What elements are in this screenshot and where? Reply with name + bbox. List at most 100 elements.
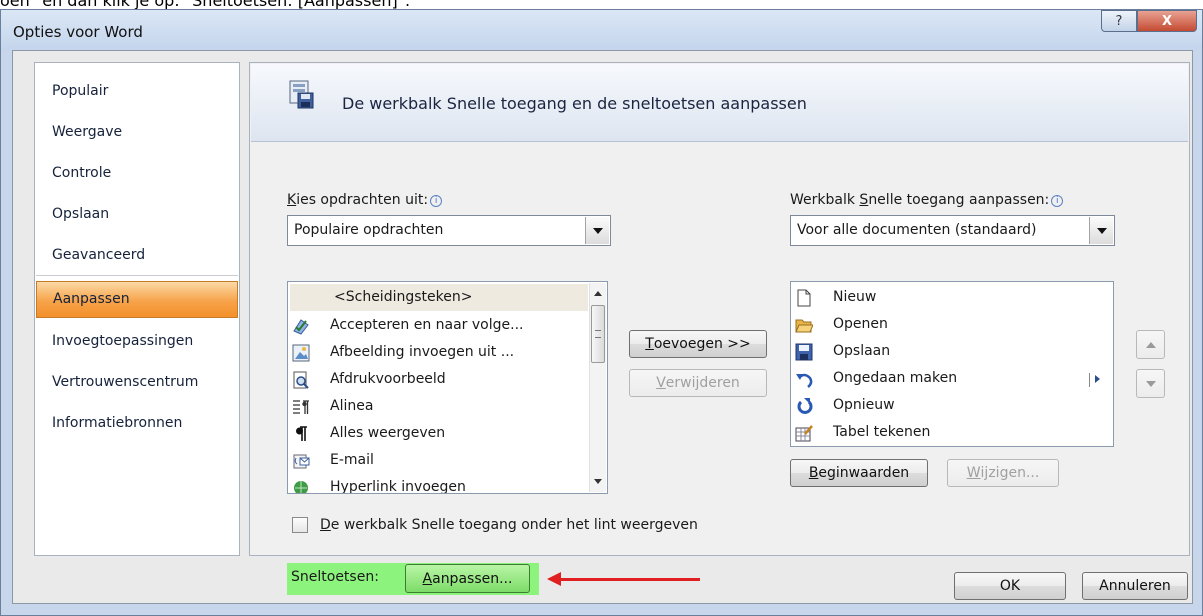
list-item-label: Opnieuw [833,397,895,413]
list-item[interactable]: Openen [793,311,1111,338]
list-item[interactable]: Opnieuw [793,392,1111,419]
remove-button[interactable]: Verwijderen [629,369,767,397]
nav-item-opslaan[interactable]: Opslaan [36,196,238,232]
list-item-label: Openen [833,316,888,332]
add-button-label: oevoegen >> [653,336,751,352]
chevron-down-icon [1096,227,1107,234]
commands-scrollbar[interactable] [589,283,606,492]
commands-list[interactable]: <Scheidingsteken> Accepteren en naar vol… [287,281,608,494]
list-item-label: Accepteren en naar volge... [330,317,524,333]
arrow-up-icon [1145,341,1156,348]
list-item[interactable]: Afdrukvoorbeeld [290,366,588,393]
show-below-ribbon-label[interactable]: De werkbalk Snelle toegang onder het lin… [320,517,698,533]
nav-item-weergave[interactable]: Weergave [36,114,238,150]
list-item[interactable]: Hyperlink invoegen [290,474,588,494]
accept-change-icon [293,319,309,335]
close-button[interactable]: X [1137,10,1197,32]
modify-button[interactable]: Wijzigen... [947,459,1059,487]
nav-item-geavanceerd[interactable]: Geavanceerd [36,237,238,273]
list-item-label: Afbeelding invoegen uit ... [330,344,515,360]
qat-scope-dropdown[interactable]: Voor alle documenten (standaard) [790,215,1115,246]
list-item-label: <Scheidingsteken> [334,289,473,305]
list-item-label: Ongedaan maken [833,370,958,386]
list-item[interactable]: Alles weergeven [290,420,588,447]
nav-item-controle[interactable]: Controle [36,155,238,191]
nav-item-informatiebronnen[interactable]: Informatiebronnen [36,405,238,441]
nav-item-populair[interactable]: Populair [36,73,238,109]
paragraph-icon [293,400,309,414]
new-document-icon [797,289,811,307]
qat-list[interactable]: Nieuw Openen Opslaan Ongedaan maken Opni… [790,281,1114,447]
customize-qat-label: Werkbalk Snelle toegang aanpassen: i [790,192,1064,208]
show-below-ribbon-text: e werkbalk Snelle toegang onder het lint… [330,517,698,533]
email-icon [293,454,310,469]
list-item-label: E-mail [330,452,374,468]
title-bar: Opties voor Word ? X [1,10,1202,50]
options-nav: Populair Weergave Controle Opslaan Geava… [34,62,240,556]
reset-button[interactable]: Beginwaarden [790,459,928,487]
list-item[interactable]: <Scheidingsteken> [290,284,588,311]
list-item-label: Afdrukvoorbeeld [330,371,446,387]
move-down-button[interactable] [1136,369,1165,398]
nav-item-invoegtoepassingen[interactable]: Invoegtoepassingen [36,323,238,359]
dropdown-arrow-button[interactable] [1089,217,1113,244]
list-item[interactable]: Afbeelding invoegen uit ... [290,339,588,366]
help-icon: ? [1115,13,1123,29]
customize-shortcuts-label: anpassen... [432,570,513,587]
reset-button-accesskey: B [808,465,819,481]
scroll-down-icon[interactable] [594,479,602,484]
modify-button-label: ijzigen... [980,465,1040,481]
customize-panel: De werkbalk Snelle toegang en de sneltoe… [249,62,1190,595]
show-below-ribbon-checkbox[interactable] [292,517,308,533]
move-up-button[interactable] [1136,330,1165,359]
undo-icon [796,373,813,388]
commands-source-dropdown[interactable]: Populaire opdrachten [287,215,611,246]
dialog-body: Populair Weergave Controle Opslaan Geava… [12,50,1193,604]
help-button[interactable]: ? [1101,10,1137,32]
arrow-down-icon [1145,380,1156,387]
caption-text: oen" en dan klik je op: "Sneltoetsen: [A… [0,0,411,10]
options-dialog: Opties voor Word ? X Populair Weergave C… [0,9,1203,616]
add-button[interactable]: Toevoegen >> [629,330,767,358]
shortcuts-label: Sneltoetsen: [291,569,379,585]
choose-commands-label-accesskey: K [287,192,297,208]
list-item-label: Hyperlink invoegen [330,479,466,494]
nav-item-vertrouwenscentrum[interactable]: Vertrouwenscentrum [36,364,238,400]
dropdown-arrow-button[interactable] [585,217,609,244]
list-item[interactable]: Accepteren en naar volge... [290,312,588,339]
ok-button[interactable]: OK [954,572,1066,600]
section-title: De werkbalk Snelle toegang en de sneltoe… [342,94,807,113]
show-below-ribbon-accesskey: D [320,517,331,533]
chevron-right-icon[interactable] [1095,375,1100,383]
close-icon: X [1161,13,1173,29]
info-icon: i [1051,195,1064,207]
add-button-accesskey: T [645,336,654,352]
customize-qat-label-text: nelle toegang aanpassen: [868,192,1050,208]
list-item[interactable]: Alinea [290,393,588,420]
customize-shortcuts-button[interactable]: Aanpassen... [405,564,530,593]
ok-button-label: OK [999,578,1021,594]
scroll-up-icon[interactable] [594,291,602,296]
scroll-thumb[interactable] [591,305,605,363]
list-item[interactable]: Ongedaan maken [793,365,1111,392]
commands-source-value: Populaire opdrachten [294,222,444,238]
modify-button-accesskey: W [966,465,981,481]
pilcrow-icon [296,426,307,441]
section-header: De werkbalk Snelle toegang en de sneltoe… [251,64,1188,142]
nav-item-aanpassen[interactable]: Aanpassen [36,281,238,318]
info-icon: i [430,195,443,207]
list-item-label: Alinea [330,398,374,414]
list-item[interactable]: Nieuw [793,284,1111,311]
list-item[interactable]: Opslaan [793,338,1111,365]
save-icon [795,343,813,361]
open-folder-icon [795,319,813,333]
qat-scope-value: Voor alle documenten (standaard) [797,222,1037,238]
chevron-down-icon [592,227,603,234]
draw-table-icon [795,425,813,442]
cancel-button[interactable]: Annuleren [1082,572,1188,600]
list-item[interactable]: E-mail [290,447,588,474]
remove-button-label: erwijderen [665,375,740,391]
list-item[interactable]: Tabel tekenen [793,419,1111,446]
remove-button-accesskey: V [656,375,666,391]
print-preview-icon [293,371,309,389]
